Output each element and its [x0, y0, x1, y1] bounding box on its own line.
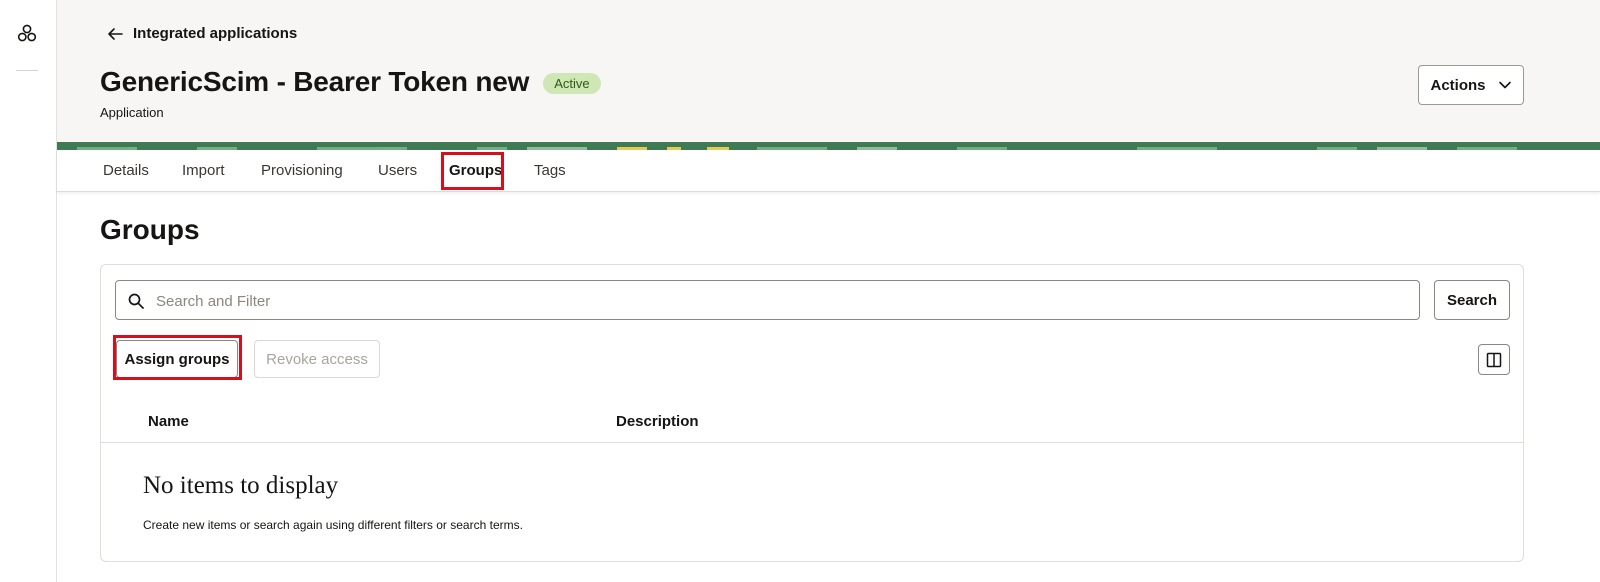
chevron-down-icon [1498, 81, 1511, 89]
left-rail [0, 0, 57, 582]
arrow-left-icon [108, 27, 123, 40]
decorative-banner [57, 142, 1600, 150]
tab-import[interactable]: Import [182, 162, 225, 179]
tab-tags[interactable]: Tags [534, 162, 566, 179]
manage-columns-button[interactable] [1478, 344, 1510, 375]
column-header-description[interactable]: Description [616, 413, 699, 430]
page-subtitle: Application [100, 105, 164, 120]
empty-state-title: No items to display [143, 472, 339, 499]
page-header: Integrated applications GenericScim - Be… [57, 0, 1600, 142]
search-icon [128, 293, 144, 309]
tab-users[interactable]: Users [378, 162, 417, 179]
empty-state-text: Create new items or search again using d… [143, 518, 523, 532]
back-link-label: Integrated applications [133, 25, 298, 42]
groups-card: Search Assign groups Revoke access Name … [100, 264, 1524, 562]
rail-divider [16, 70, 38, 71]
columns-icon [1486, 352, 1502, 367]
app-switcher-icon[interactable] [16, 23, 38, 45]
search-field[interactable] [115, 280, 1420, 320]
back-link[interactable]: Integrated applications [107, 25, 297, 42]
groups-tab-highlight [441, 152, 504, 190]
tab-provisioning[interactable]: Provisioning [261, 162, 343, 179]
page-title: GenericScim - Bearer Token new [100, 66, 530, 97]
table-header: Name Description [101, 405, 1523, 443]
tab-bar: Details Import Provisioning Users Groups… [57, 150, 1600, 192]
tab-details[interactable]: Details [103, 162, 149, 179]
search-button[interactable]: Search [1434, 280, 1510, 320]
main-content: Integrated applications GenericScim - Be… [57, 0, 1600, 582]
status-badge: Active [543, 72, 601, 94]
column-header-name[interactable]: Name [148, 413, 189, 430]
section-title: Groups [100, 214, 200, 245]
search-input[interactable] [156, 289, 1406, 313]
revoke-access-button[interactable]: Revoke access [254, 340, 380, 378]
assign-groups-highlight [113, 335, 242, 380]
actions-button-label: Actions [1430, 76, 1486, 94]
actions-button[interactable]: Actions [1418, 65, 1524, 105]
title-row: GenericScim - Bearer Token new Active [100, 66, 601, 98]
